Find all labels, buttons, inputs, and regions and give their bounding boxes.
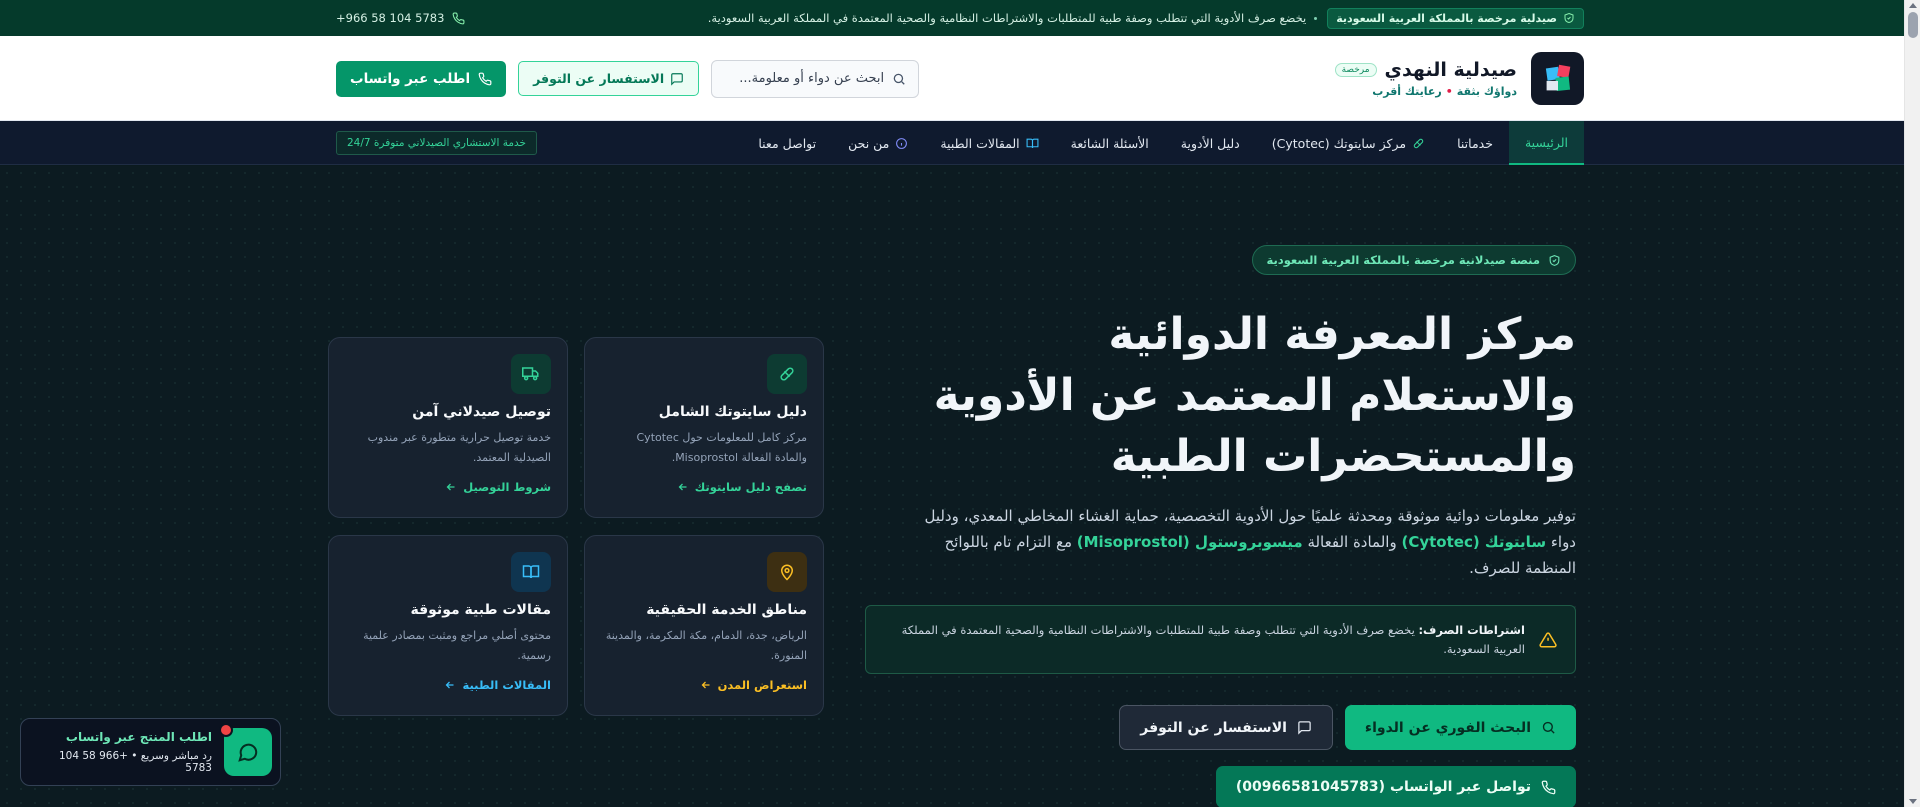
availability-inquiry-button[interactable]: الاستفسار عن التوفر <box>518 61 700 96</box>
message-icon <box>1298 721 1311 735</box>
nav-item-drug-guide[interactable]: دليل الأدوية <box>1165 121 1256 165</box>
phone-icon <box>478 72 492 85</box>
card-description: الرياض، جدة، الدمام، مكة المكرمة، والمدي… <box>605 629 807 662</box>
pharmacy-logo[interactable] <box>1531 52 1584 105</box>
nav-item-cytotec-center[interactable]: مركز سايتوتك (Cytotec) <box>1256 121 1441 165</box>
pill-icon <box>1413 138 1424 148</box>
pill-icon <box>780 367 794 381</box>
card-description: مركز كامل للمعلومات حول Cytotec والمادة … <box>636 431 808 464</box>
card-title: توصيل صيدلاني آمن <box>412 404 551 420</box>
site-header: صيدلية النهدي مرخصة دواؤك بثقة•رعايتك أق… <box>0 36 1920 121</box>
card-title: مناطق الخدمة الحقيقية <box>646 602 807 618</box>
misoprostol-highlight: ميسوبروستول (Misoprostol) <box>1076 533 1303 551</box>
notification-dot <box>219 723 233 737</box>
whatsapp-chat-button[interactable] <box>219 723 272 776</box>
info-icon <box>896 137 908 149</box>
instant-search-button[interactable]: البحث الفوري عن الدواء <box>1344 705 1576 750</box>
phone-icon <box>1541 780 1556 794</box>
top-announcement-bar: صيدلية مرخصة بالمملكة العربية السعودية ي… <box>0 0 1920 36</box>
widget-title: اطلب المنتج عبر واتساب <box>65 730 212 744</box>
nav-item-contact[interactable]: تواصل معنا <box>742 121 832 165</box>
widget-subtitle: رد مباشر وسريع • +966 58 104 5783 <box>58 750 212 774</box>
top-phone-link[interactable]: +966 58 104 5783 <box>336 11 465 25</box>
message-icon <box>671 72 683 86</box>
arrow-left-icon <box>678 483 687 491</box>
hero-title: مركز المعرفة الدوائية والاستعلام المعتمد… <box>933 309 1576 482</box>
card-safe-delivery[interactable]: توصيل صيدلاني آمن خدمة توصيل حرارية متطو… <box>328 337 568 518</box>
shield-check-icon <box>1549 254 1560 266</box>
brand-block: صيدلية النهدي مرخصة دواؤك بثقة•رعايتك أق… <box>1334 59 1517 98</box>
page-scrollbar[interactable] <box>1904 0 1920 807</box>
card-title: دليل سايتوتك الشامل <box>658 404 807 420</box>
hero-section: منصة صيدلانية مرخصة بالمملكة العربية الس… <box>0 166 1904 807</box>
whatsapp-order-button[interactable]: اطلب عبر واتساب <box>336 60 507 97</box>
card-cytotec-guide[interactable]: دليل سايتوتك الشامل مركز كامل للمعلومات … <box>584 337 824 518</box>
card-description: خدمة توصيل حرارية متطورة عبر مندوب الصيد… <box>367 431 551 464</box>
card-description: محتوى أصلي مراجع ومثبت بمصادر علمية رسمي… <box>363 629 551 662</box>
scrollbar-thumb[interactable] <box>1908 12 1918 38</box>
truck-icon <box>522 367 539 381</box>
card-link[interactable]: المقالات الطبية <box>345 678 551 692</box>
arrow-left-icon <box>701 681 710 689</box>
dispensing-requirements-alert: اشتراطات الصرف: يخضع صرف الأدوية التي تت… <box>865 605 1576 674</box>
book-open-icon <box>522 565 540 579</box>
nav-item-faq[interactable]: الأسئلة الشائعة <box>1055 121 1165 165</box>
nav-item-about[interactable]: من نحن <box>832 121 924 165</box>
card-link[interactable]: شروط التوصيل <box>345 480 551 494</box>
arrow-left-icon <box>446 483 455 491</box>
shield-check-icon <box>1564 12 1574 24</box>
search-placeholder: ابحث عن دواء أو معلومة... <box>739 71 885 86</box>
arrow-left-icon <box>446 681 454 689</box>
cytotec-highlight: سايتوتك (Cytotec) <box>1401 533 1547 551</box>
nav-item-home[interactable]: الرئيسية <box>1508 121 1584 165</box>
warning-icon <box>1539 631 1557 648</box>
card-service-areas[interactable]: مناطق الخدمة الحقيقية الرياض، جدة، الدما… <box>584 535 824 716</box>
search-icon <box>1542 721 1555 734</box>
hero-actions: البحث الفوري عن الدواء الاستفسار عن التو… <box>1119 705 1576 750</box>
tagline-separator: • <box>1445 85 1453 98</box>
book-open-icon <box>1026 138 1039 148</box>
regulatory-notice: يخضع صرف الأدوية التي تتطلب وصفة طبية لل… <box>707 11 1307 25</box>
card-link[interactable]: تصفح دليل سايتوتك <box>601 480 807 494</box>
main-navigation: الرئيسية خدماتنا مركز سايتوتك (Cytotec) … <box>0 121 1920 165</box>
platform-badge: منصة صيدلانية مرخصة بالمملكة العربية الس… <box>1251 245 1576 275</box>
logo-mark-icon <box>1545 64 1570 91</box>
licensed-badge: مرخصة <box>1334 63 1377 77</box>
scroll-up-arrow-icon[interactable] <box>1909 3 1917 8</box>
license-badge: صيدلية مرخصة بالمملكة العربية السعودية <box>1327 7 1584 29</box>
floating-whatsapp-widget[interactable]: اطلب المنتج عبر واتساب رد مباشر وسريع • … <box>20 718 281 786</box>
brand-name[interactable]: صيدلية النهدي <box>1385 59 1517 81</box>
hero-description: توفير معلومات دوائية موثوقة ومحدثة علميً… <box>924 507 1576 577</box>
search-input[interactable]: ابحث عن دواء أو معلومة... <box>711 59 920 98</box>
separator-dot <box>1314 16 1318 20</box>
card-title: مقالات طبية موثوقة <box>410 602 552 618</box>
brand-tagline: دواؤك بثقة•رعايتك أقرب <box>1372 85 1517 98</box>
consultant-availability-badge: خدمة الاستشاري الصيدلاني متوفرة 24/7 <box>336 131 538 155</box>
chat-bubble-icon <box>238 743 258 762</box>
nav-item-services[interactable]: خدماتنا <box>1441 121 1509 165</box>
card-link[interactable]: استعراض المدن <box>601 678 807 692</box>
search-icon <box>893 73 905 85</box>
card-medical-articles[interactable]: مقالات طبية موثوقة محتوى أصلي مراجع ومثب… <box>328 535 568 716</box>
scroll-down-arrow-icon[interactable] <box>1909 799 1917 804</box>
hero-availability-button[interactable]: الاستفسار عن التوفر <box>1119 705 1333 750</box>
nav-item-articles[interactable]: المقالات الطبية <box>924 121 1054 165</box>
map-pin-icon <box>780 564 794 581</box>
hero-whatsapp-button[interactable]: تواصل عبر الواتساب (00966581045783) <box>1215 766 1576 807</box>
phone-icon <box>453 12 465 24</box>
